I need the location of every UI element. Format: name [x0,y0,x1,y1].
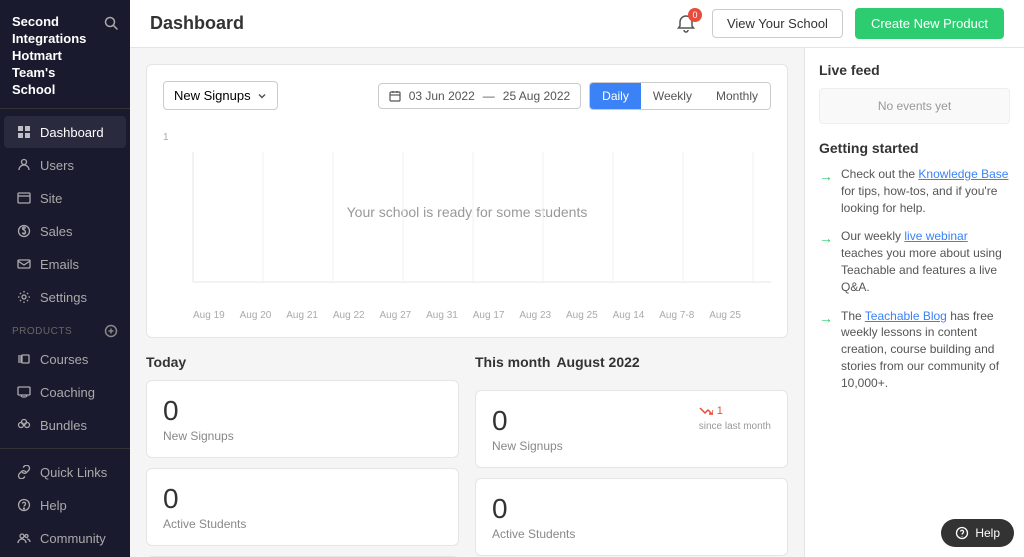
page-header: Dashboard 0 View Your School Create New … [130,0,1024,48]
main-content: Dashboard 0 View Your School Create New … [130,0,1024,557]
sidebar-nav: Dashboard Users Site [0,109,130,448]
sidebar-bottom: Quick Links Help Community [0,448,130,557]
add-product-icon[interactable] [104,324,118,338]
help-icon [16,497,32,513]
sidebar-item-users[interactable]: Users [4,149,126,181]
period-daily-button[interactable]: Daily [590,83,641,109]
period-weekly-button[interactable]: Weekly [641,83,704,109]
trend-down-icon [699,406,713,416]
school-name: Second Integrations Hotmart Team's Schoo… [12,14,104,98]
chart-controls: New Signups [163,81,771,110]
sidebar-item-emails[interactable]: Emails [4,248,126,280]
month-active-students-number: 0 [492,493,771,525]
live-feed-title: Live feed [819,62,1010,78]
products-section-label: PRODUCTS [0,314,130,342]
gs-arrow-1: → [819,167,833,187]
view-school-button[interactable]: View Your School [712,9,843,38]
sidebar-item-dashboard[interactable]: Dashboard [4,116,126,148]
this-month-stats: 0 1 since last mont [475,390,788,557]
metric-dropdown[interactable]: New Signups [163,81,278,110]
month-new-signups-label: New Signups [492,439,771,453]
courses-icon [16,351,32,367]
month-new-signups-card: 0 1 since last mont [475,390,788,468]
gs-arrow-2: → [819,229,833,249]
content-area: New Signups [130,48,1024,557]
month-active-students-card: 0 Active Students [475,478,788,556]
today-new-signups-label: New Signups [163,429,442,443]
chart-x-axis: Aug 19 Aug 20 Aug 21 Aug 22 Aug 27 Aug 3… [163,306,771,321]
users-icon [16,157,32,173]
site-icon [16,190,32,206]
settings-icon [16,289,32,305]
stats-grid: Today 0 New Signups 0 Active Students 0 [146,354,788,557]
sidebar-item-courses[interactable]: Courses [4,343,126,375]
period-monthly-button[interactable]: Monthly [704,83,770,109]
search-icon[interactable] [104,16,118,30]
month-trend: 1 [699,405,771,417]
sidebar-item-help[interactable]: Help [4,489,126,521]
date-range-picker[interactable]: 03 Jun 2022 — 25 Aug 2022 [378,83,581,109]
chevron-down-icon [257,91,267,101]
community-icon [16,530,32,546]
sidebar-item-coaching[interactable]: Coaching [4,376,126,408]
sidebar-item-site[interactable]: Site [4,182,126,214]
live-webinar-link[interactable]: live webinar [904,229,967,243]
today-new-signups-number: 0 [163,395,442,427]
gs-item-knowledge-base: → Check out the Knowledge Base for tips,… [819,166,1010,216]
quick-links-icon [16,464,32,480]
sidebar: Second Integrations Hotmart Team's Schoo… [0,0,130,557]
this-month-label: August 2022 [556,354,639,370]
sidebar-item-quick-links[interactable]: Quick Links [4,456,126,488]
today-new-signups-card: 0 New Signups [146,380,459,458]
sales-icon [16,223,32,239]
today-active-students-label: Active Students [163,517,442,531]
page-title: Dashboard [150,13,244,34]
notification-button[interactable]: 0 [672,10,700,38]
today-active-students-card: 0 Active Students [146,468,459,546]
today-stats: 0 New Signups 0 Active Students 0 [146,380,459,557]
header-actions: 0 View Your School Create New Product [672,8,1004,39]
coaching-icon [16,384,32,400]
this-month-section: This month August 2022 0 [475,354,788,557]
live-feed-empty: No events yet [819,88,1010,124]
right-panel: Live feed No events yet Getting started … [804,48,1024,557]
chart-canvas: 1 Your school is ready for some students [163,122,771,302]
create-product-button[interactable]: Create New Product [855,8,1004,39]
help-bar[interactable]: Help [941,519,1014,547]
calendar-icon [389,90,401,102]
today-title: Today [146,354,459,370]
emails-icon [16,256,32,272]
knowledge-base-link[interactable]: Knowledge Base [918,167,1008,181]
teachable-blog-link[interactable]: Teachable Blog [865,309,947,323]
gs-arrow-3: → [819,309,833,329]
today-section: Today 0 New Signups 0 Active Students 0 [146,354,459,557]
month-new-signups-number: 0 [492,405,508,437]
today-active-students-number: 0 [163,483,442,515]
sidebar-item-sales[interactable]: Sales [4,215,126,247]
gs-item-teachable-blog: → The Teachable Blog has free weekly les… [819,308,1010,392]
notification-badge: 0 [688,8,702,22]
sidebar-item-community[interactable]: Community [4,522,126,554]
chart-card: New Signups [146,64,788,338]
gs-item-live-webinar: → Our weekly live webinar teaches you mo… [819,228,1010,295]
main-panel: New Signups [130,48,804,557]
bundles-icon [16,417,32,433]
this-month-title: This month [475,354,550,370]
sidebar-item-settings[interactable]: Settings [4,281,126,313]
getting-started-title: Getting started [819,140,1010,156]
month-active-students-label: Active Students [492,527,771,541]
getting-started-list: → Check out the Knowledge Base for tips,… [819,166,1010,392]
sidebar-item-bundles[interactable]: Bundles [4,409,126,441]
sidebar-logo: Second Integrations Hotmart Team's Schoo… [0,0,130,109]
period-selector: Daily Weekly Monthly [589,82,771,110]
help-bar-icon [955,526,969,540]
dashboard-icon [16,124,32,140]
